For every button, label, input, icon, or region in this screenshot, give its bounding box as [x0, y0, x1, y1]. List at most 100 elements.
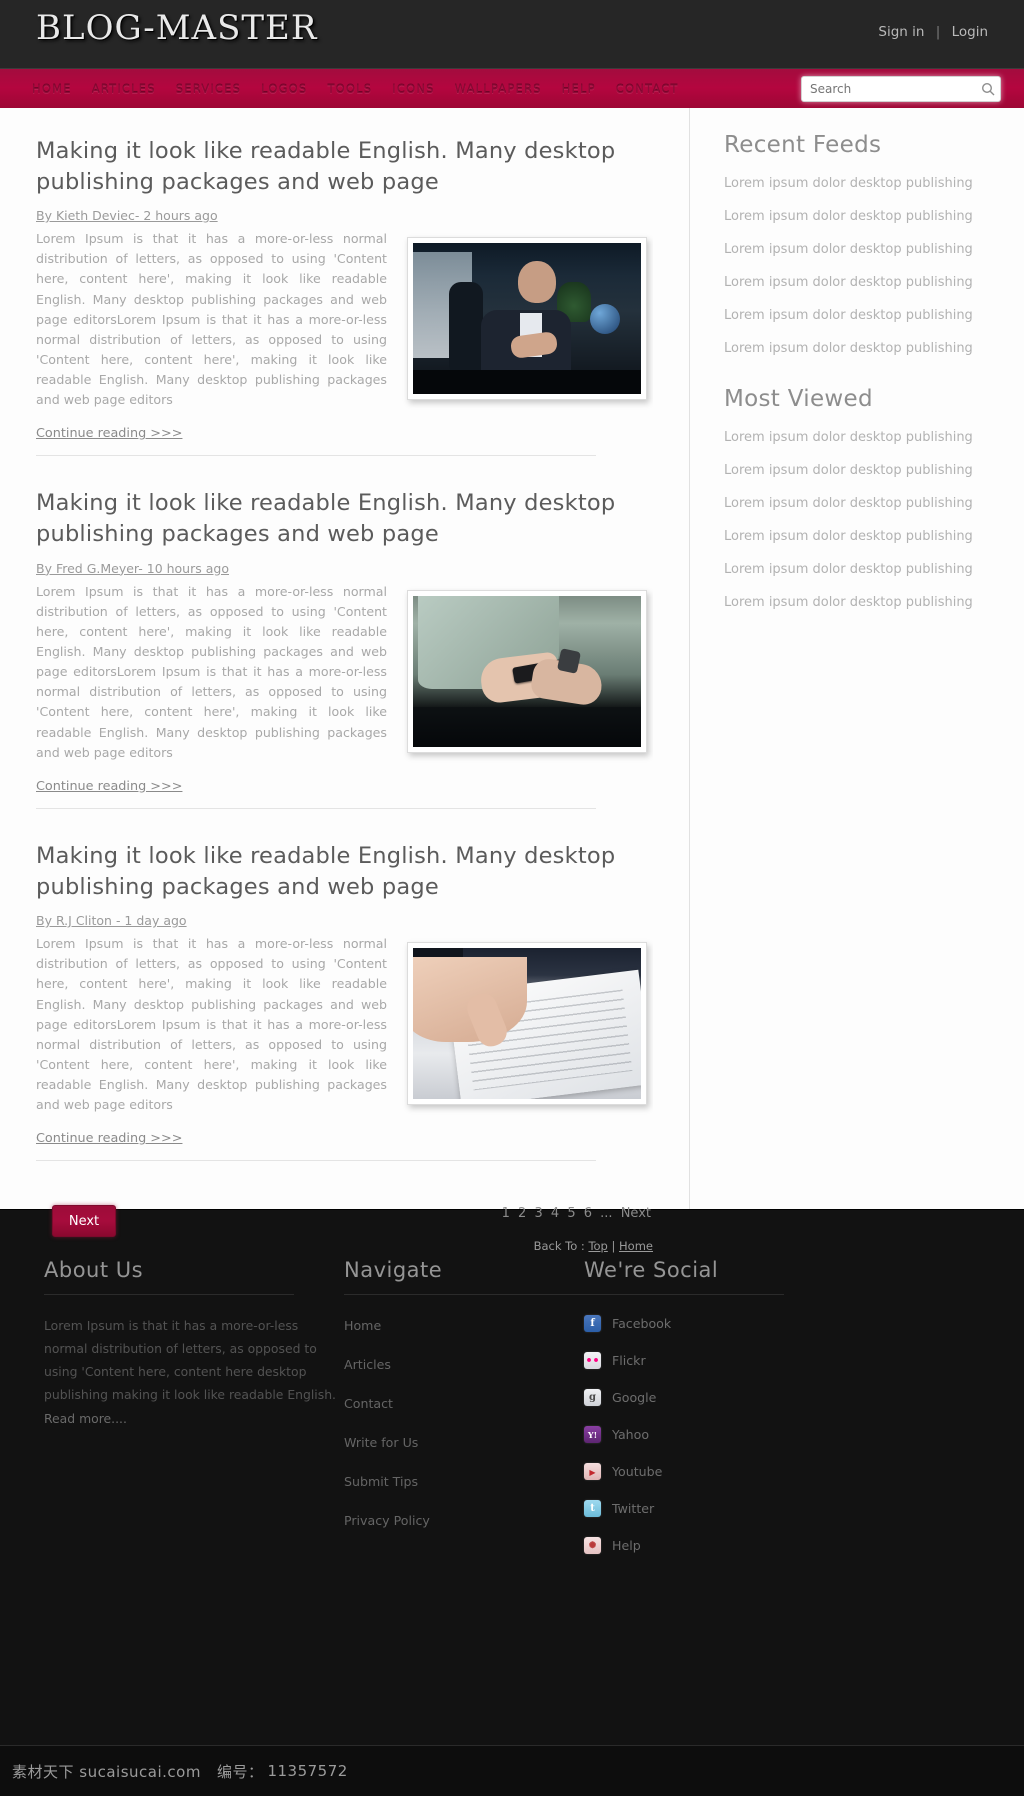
list-item[interactable]: Lorem ipsum dolor desktop publishing	[724, 558, 1024, 577]
page-number-1[interactable]: 1	[502, 1206, 510, 1221]
continue-reading-link[interactable]: Continue reading >>>	[36, 1131, 182, 1146]
nav-item[interactable]: CONTACT	[614, 78, 681, 100]
list-item[interactable]: Lorem ipsum dolor desktop publishing	[724, 337, 1024, 356]
login-link[interactable]: Login	[952, 24, 988, 40]
yahoo-icon[interactable]: Y!	[584, 1426, 601, 1443]
nav-link-help[interactable]: HELP	[560, 78, 598, 100]
nav-item[interactable]: TOOLS	[325, 78, 374, 100]
site-logo[interactable]: BLOG-MASTER	[36, 8, 317, 48]
search-box[interactable]	[801, 76, 1001, 102]
list-item[interactable]: Privacy Policy	[344, 1510, 584, 1529]
back-to-home-link[interactable]: Home	[619, 1239, 653, 1253]
list-item[interactable]: Articles	[344, 1354, 584, 1373]
search-icon[interactable]	[976, 82, 1000, 96]
list-item[interactable]: Lorem ipsum dolor desktop publishing	[724, 205, 1024, 224]
social-link-twitter[interactable]: Twitter	[612, 1501, 654, 1516]
social-link-flickr[interactable]: Flickr	[612, 1353, 646, 1368]
page-number-3[interactable]: 3	[534, 1206, 542, 1221]
list-item[interactable]: Lorem ipsum dolor desktop publishing	[724, 426, 1024, 445]
list-item[interactable]: Lorem ipsum dolor desktop publishing	[724, 304, 1024, 323]
social-link-yahoo[interactable]: Yahoo	[612, 1427, 649, 1442]
nav-link-icons[interactable]: ICONS	[390, 78, 436, 100]
facebook-icon[interactable]: f	[584, 1315, 601, 1332]
article-byline[interactable]: By Kieth Deviec- 2 hours ago	[36, 208, 218, 223]
list-item[interactable]: Lorem ipsum dolor desktop publishing	[724, 459, 1024, 478]
search-input[interactable]	[802, 82, 976, 96]
google-icon[interactable]: g	[584, 1389, 601, 1406]
nav-link-tools[interactable]: TOOLS	[325, 78, 374, 100]
article-title[interactable]: Making it look like readable English. Ma…	[36, 136, 653, 197]
footer-link-articles[interactable]: Articles	[344, 1357, 391, 1372]
sign-in-link[interactable]: Sign in	[878, 24, 924, 40]
social-link-help[interactable]: Help	[612, 1538, 641, 1553]
nav-link-logos[interactable]: LOGOS	[259, 78, 309, 100]
most-viewed-link[interactable]: Lorem ipsum dolor desktop publishing	[724, 496, 973, 511]
feed-link[interactable]: Lorem ipsum dolor desktop publishing	[724, 209, 973, 224]
list-item[interactable]: ▶ Youtube	[584, 1463, 984, 1480]
list-item[interactable]: f Facebook	[584, 1315, 984, 1332]
list-item[interactable]: Home	[344, 1315, 584, 1334]
page-number-5[interactable]: 5	[567, 1206, 575, 1221]
nav-item[interactable]: LOGOS	[259, 78, 309, 100]
footer-link-submit-tips[interactable]: Submit Tips	[344, 1474, 418, 1489]
social-link-facebook[interactable]: Facebook	[612, 1316, 671, 1331]
nav-item[interactable]: ICONS	[390, 78, 436, 100]
list-item[interactable]: Lorem ipsum dolor desktop publishing	[724, 172, 1024, 191]
twitter-icon[interactable]: t	[584, 1500, 601, 1517]
nav-item[interactable]: WALLPAPERS	[453, 78, 544, 100]
read-more-link[interactable]: Read more....	[44, 1411, 127, 1426]
list-item[interactable]: Lorem ipsum dolor desktop publishing	[724, 238, 1024, 257]
help-icon[interactable]: ✺	[584, 1537, 601, 1554]
list-item[interactable]: Lorem ipsum dolor desktop publishing	[724, 271, 1024, 290]
list-item[interactable]: ✺ Help	[584, 1537, 984, 1554]
feed-link[interactable]: Lorem ipsum dolor desktop publishing	[724, 341, 973, 356]
nav-link-services[interactable]: SERVICES	[174, 78, 243, 100]
nav-item[interactable]: HOME	[30, 78, 74, 100]
list-item[interactable]: Contact	[344, 1393, 584, 1412]
article-byline[interactable]: By R.J Cliton - 1 day ago	[36, 913, 187, 928]
feed-link[interactable]: Lorem ipsum dolor desktop publishing	[724, 176, 973, 191]
most-viewed-link[interactable]: Lorem ipsum dolor desktop publishing	[724, 562, 973, 577]
feed-link[interactable]: Lorem ipsum dolor desktop publishing	[724, 275, 973, 290]
article-title[interactable]: Making it look like readable English. Ma…	[36, 841, 653, 902]
list-item[interactable]: t Twitter	[584, 1500, 984, 1517]
page-number-6[interactable]: 6	[584, 1206, 592, 1221]
list-item[interactable]: Lorem ipsum dolor desktop publishing	[724, 591, 1024, 610]
most-viewed-link[interactable]: Lorem ipsum dolor desktop publishing	[724, 430, 973, 445]
feed-link[interactable]: Lorem ipsum dolor desktop publishing	[724, 308, 973, 323]
article-byline[interactable]: By Fred G.Meyer- 10 hours ago	[36, 561, 229, 576]
article-thumbnail[interactable]	[407, 589, 647, 753]
continue-reading-link[interactable]: Continue reading >>>	[36, 426, 182, 441]
list-item[interactable]: Submit Tips	[344, 1471, 584, 1490]
list-item[interactable]: Lorem ipsum dolor desktop publishing	[724, 525, 1024, 544]
footer-link-contact[interactable]: Contact	[344, 1396, 393, 1411]
continue-reading-link[interactable]: Continue reading >>>	[36, 779, 182, 794]
nav-item[interactable]: SERVICES	[174, 78, 243, 100]
nav-link-home[interactable]: HOME	[30, 78, 74, 100]
list-item[interactable]: Lorem ipsum dolor desktop publishing	[724, 492, 1024, 511]
social-link-google[interactable]: Google	[612, 1390, 656, 1405]
article-title[interactable]: Making it look like readable English. Ma…	[36, 488, 653, 549]
nav-link-contact[interactable]: CONTACT	[614, 78, 681, 100]
list-item[interactable]: Y! Yahoo	[584, 1426, 984, 1443]
most-viewed-link[interactable]: Lorem ipsum dolor desktop publishing	[724, 595, 973, 610]
footer-link-privacy-policy[interactable]: Privacy Policy	[344, 1513, 430, 1528]
feed-link[interactable]: Lorem ipsum dolor desktop publishing	[724, 242, 973, 257]
nav-link-articles[interactable]: ARTICLES	[90, 78, 158, 100]
most-viewed-link[interactable]: Lorem ipsum dolor desktop publishing	[724, 529, 973, 544]
list-item[interactable]: •• Flickr	[584, 1352, 984, 1369]
youtube-icon[interactable]: ▶	[584, 1463, 601, 1480]
page-number-4[interactable]: 4	[551, 1206, 559, 1221]
article-thumbnail[interactable]	[407, 942, 647, 1106]
list-item[interactable]: g Google	[584, 1389, 984, 1406]
list-item[interactable]: Write for Us	[344, 1432, 584, 1451]
nav-item[interactable]: HELP	[560, 78, 598, 100]
page-number-2[interactable]: 2	[518, 1206, 526, 1221]
most-viewed-link[interactable]: Lorem ipsum dolor desktop publishing	[724, 463, 973, 478]
page-next-link[interactable]: Next	[621, 1206, 651, 1221]
nav-link-wallpapers[interactable]: WALLPAPERS	[453, 78, 544, 100]
nav-item[interactable]: ARTICLES	[90, 78, 158, 100]
social-link-youtube[interactable]: Youtube	[612, 1464, 662, 1479]
flickr-icon[interactable]: ••	[584, 1352, 601, 1369]
article-thumbnail[interactable]	[407, 237, 647, 401]
